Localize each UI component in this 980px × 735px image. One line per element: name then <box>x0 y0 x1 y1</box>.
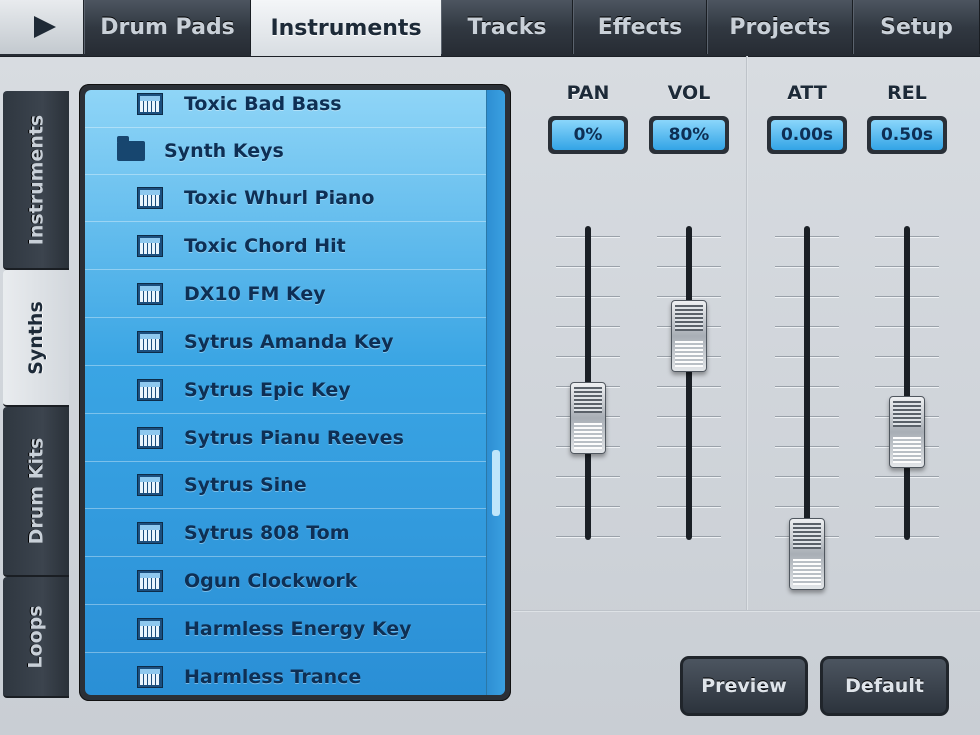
list-scrollbar[interactable] <box>486 90 505 695</box>
keyboard-icon <box>137 618 163 640</box>
mixer-divider-vertical <box>746 56 748 612</box>
keyboard-icon <box>137 570 163 592</box>
keyboard-icon <box>137 522 163 544</box>
list-item-label: Harmless Energy Key <box>184 618 412 640</box>
keyboard-icon <box>137 235 163 257</box>
preview-button[interactable]: Preview <box>680 656 808 716</box>
instrument-list[interactable]: Toxic Bad Bass Synth Keys Toxic Whurl Pi… <box>85 90 505 695</box>
vol-readout: 80% <box>649 116 729 154</box>
pan-fader[interactable] <box>548 226 628 546</box>
list-item[interactable]: Toxic Bad Bass <box>85 90 487 128</box>
category-tab-synths[interactable]: Synths <box>3 270 69 407</box>
list-item-label: Ogun Clockwork <box>184 570 358 592</box>
list-item[interactable]: Sytrus Epic Key <box>85 367 487 414</box>
rel-label: REL <box>887 82 927 104</box>
att-value: 0.00s <box>771 120 843 150</box>
tab-effects[interactable]: Effects <box>573 0 707 54</box>
category-tab-instruments[interactable]: Instruments <box>3 91 69 270</box>
fader-track <box>804 226 810 540</box>
list-item[interactable]: Ogun Clockwork <box>85 558 487 605</box>
tab-instruments[interactable]: Instruments <box>251 0 441 56</box>
tab-projects[interactable]: Projects <box>707 0 853 54</box>
list-item[interactable]: Sytrus 808 Tom <box>85 510 487 557</box>
category-tab-label: Instruments <box>25 114 47 245</box>
category-tab-loops[interactable]: Loops <box>3 577 69 698</box>
keyboard-icon <box>137 331 163 353</box>
category-tab-label: Synths <box>25 300 48 375</box>
list-folder-synth-keys[interactable]: Synth Keys <box>85 128 487 175</box>
list-item-label: Toxic Chord Hit <box>184 235 346 257</box>
tab-tracks[interactable]: Tracks <box>441 0 573 54</box>
play-button[interactable] <box>0 0 84 54</box>
vol-fader[interactable] <box>649 226 729 546</box>
att-fader[interactable] <box>767 226 847 590</box>
list-item-label: Sytrus 808 Tom <box>184 522 350 544</box>
category-tab-label: Loops <box>25 604 47 669</box>
keyboard-icon <box>137 427 163 449</box>
pan-label: PAN <box>566 82 610 104</box>
fader-track <box>904 226 910 540</box>
pan-readout: 0% <box>548 116 628 154</box>
rel-value: 0.50s <box>871 120 943 150</box>
keyboard-icon <box>137 474 163 496</box>
top-tab-bar: Drum Pads Instruments Tracks Effects Pro… <box>0 0 980 57</box>
att-readout: 0.00s <box>767 116 847 154</box>
list-item[interactable]: DX10 FM Key <box>85 271 487 318</box>
list-item-label: Sytrus Epic Key <box>184 379 351 401</box>
list-item-label: Toxic Whurl Piano <box>184 187 375 209</box>
fader-track <box>686 226 692 540</box>
pan-value: 0% <box>552 120 624 150</box>
rel-fader[interactable] <box>867 226 947 546</box>
list-item[interactable]: Toxic Chord Hit <box>85 223 487 270</box>
vol-value: 80% <box>653 120 725 150</box>
folder-icon <box>117 136 145 161</box>
keyboard-icon <box>137 666 163 688</box>
category-tabs: Instruments Synths Drum Kits Loops <box>3 91 69 698</box>
vol-label: VOL <box>667 82 711 104</box>
list-item[interactable]: Sytrus Sine <box>85 462 487 509</box>
vol-fader-handle[interactable] <box>671 300 707 373</box>
list-item[interactable]: Toxic Whurl Piano <box>85 175 487 222</box>
list-item-label: DX10 FM Key <box>184 283 326 305</box>
tab-setup[interactable]: Setup <box>853 0 980 54</box>
play-icon <box>34 16 56 38</box>
list-item[interactable]: Harmless Trance <box>85 654 487 695</box>
tab-drum-pads[interactable]: Drum Pads <box>84 0 251 54</box>
list-item-label: Harmless Trance <box>184 666 362 688</box>
mixer-divider-horizontal <box>513 610 980 612</box>
default-button[interactable]: Default <box>820 656 949 716</box>
att-label: ATT <box>787 82 827 104</box>
keyboard-icon <box>137 93 163 115</box>
list-item-label: Sytrus Amanda Key <box>184 331 394 353</box>
list-item[interactable]: Sytrus Pianu Reeves <box>85 415 487 462</box>
scrollbar-thumb[interactable] <box>492 450 500 516</box>
att-fader-handle[interactable] <box>789 518 825 590</box>
keyboard-icon <box>137 379 163 401</box>
category-tab-label: Drum Kits <box>25 437 47 545</box>
list-item-label: Toxic Bad Bass <box>184 93 342 115</box>
instrument-list-frame: Toxic Bad Bass Synth Keys Toxic Whurl Pi… <box>79 84 511 701</box>
list-item-label: Sytrus Sine <box>184 474 307 496</box>
category-tab-drum-kits[interactable]: Drum Kits <box>3 407 69 577</box>
list-item-label: Synth Keys <box>164 140 284 162</box>
list-item-label: Sytrus Pianu Reeves <box>184 427 404 449</box>
rel-readout: 0.50s <box>867 116 947 154</box>
list-item[interactable]: Sytrus Amanda Key <box>85 319 487 366</box>
rel-fader-handle[interactable] <box>889 395 925 468</box>
pan-fader-handle[interactable] <box>570 382 606 454</box>
keyboard-icon <box>137 187 163 209</box>
list-item[interactable]: Harmless Energy Key <box>85 606 487 653</box>
keyboard-icon <box>137 283 163 305</box>
